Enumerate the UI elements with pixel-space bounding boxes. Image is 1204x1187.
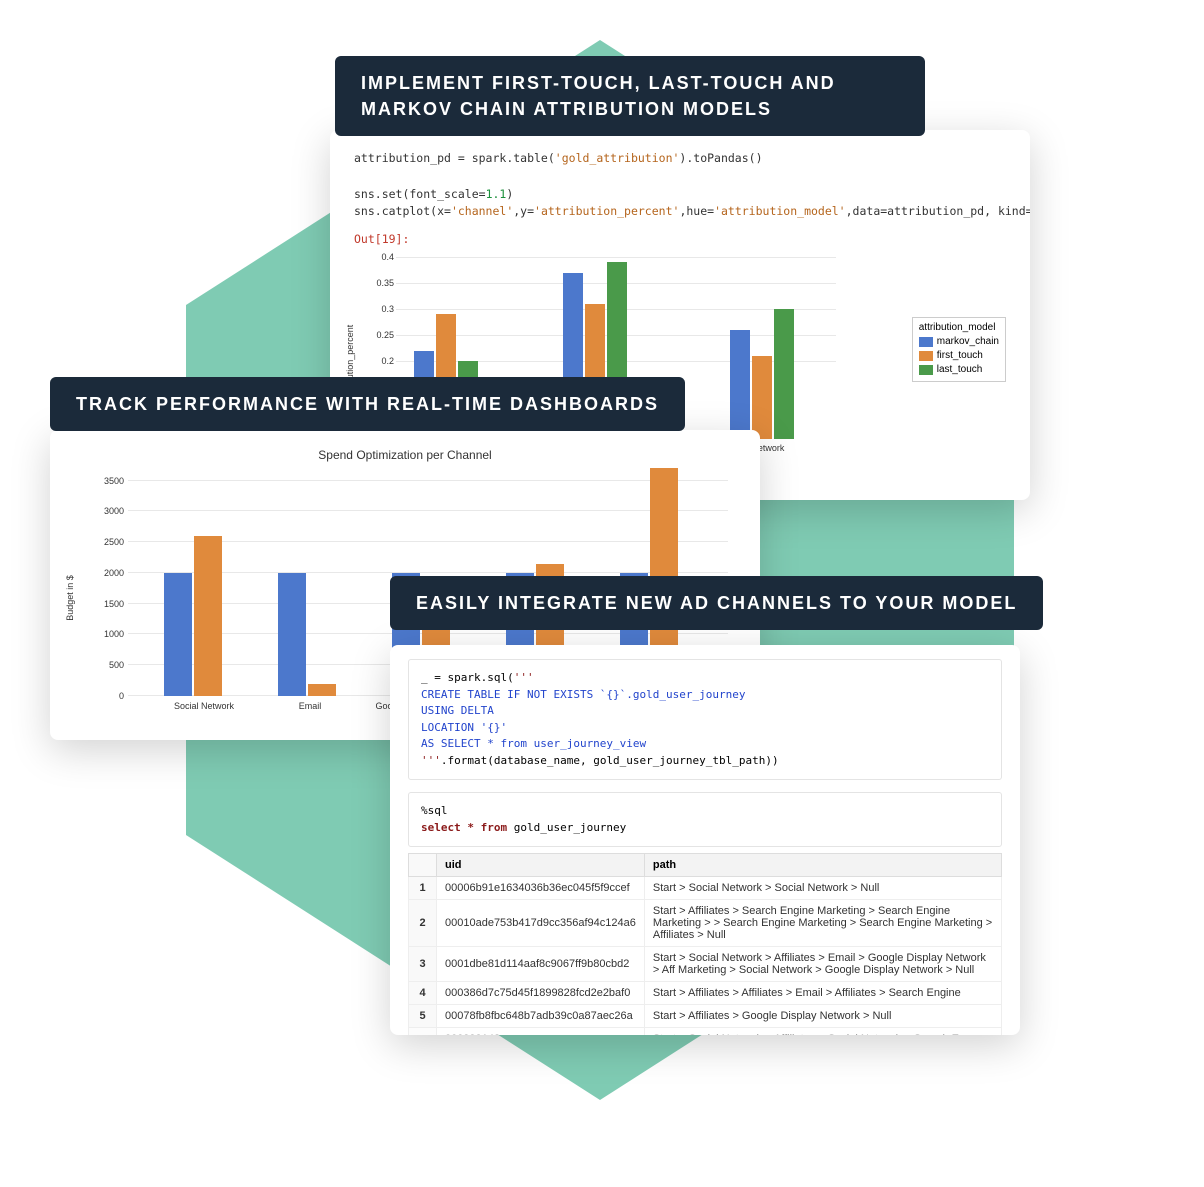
table-row[interactable]: 100006b91e1634036b36ec045f5f9ccefStart >… [409,877,1002,900]
col-index [409,854,437,877]
panel-integrate-sql: _ = spark.sql(''' CREATE TABLE IF NOT EX… [390,645,1020,1035]
chart2-title: Spend Optimization per Channel [72,448,738,462]
table-row: 000999143…Start > Social Network > Affil… [409,1028,1002,1036]
table-row[interactable]: 500078fb8fbc648b7adb39c0a87aec26aStart >… [409,1005,1002,1028]
caption-integrate-channels: EASILY INTEGRATE NEW AD CHANNELS TO YOUR… [390,576,1043,630]
col-path[interactable]: path [644,854,1001,877]
code-cell: attribution_pd = spark.table('gold_attri… [354,150,1006,221]
table-row[interactable]: 30001dbe81d114aaf8c9067ff9b80cbd2Start >… [409,947,1002,982]
chart1-legend: attribution_model markov_chain first_tou… [912,317,1006,382]
sql-select-cell: %sql select * from gold_user_journey [408,792,1002,847]
sql-create-cell: _ = spark.sql(''' CREATE TABLE IF NOT EX… [408,659,1002,780]
output-label: Out[19]: [354,231,1006,249]
caption-dashboards: TRACK PERFORMANCE WITH REAL-TIME DASHBOA… [50,377,685,431]
table-row[interactable]: 4000386d7c75d45f1899828fcd2e2baf0Start >… [409,982,1002,1005]
caption-attribution-models: IMPLEMENT FIRST-TOUCH, LAST-TOUCH AND MA… [335,56,925,136]
col-uid[interactable]: uid [437,854,645,877]
table-row[interactable]: 200010ade753b417d9cc356af94c124a6Start >… [409,900,1002,947]
results-table: uid path 100006b91e1634036b36ec045f5f9cc… [408,853,1002,1035]
